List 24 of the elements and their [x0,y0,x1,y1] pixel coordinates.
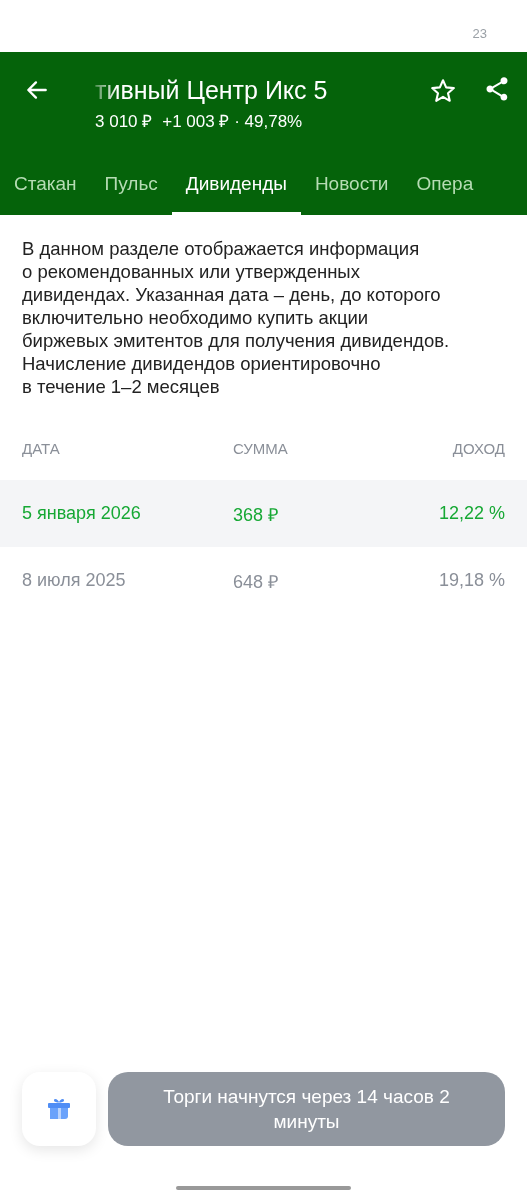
yield-cell: 12,22 % [438,503,505,524]
date-cell-text: 5 января 2026 [22,503,142,524]
amount-cell-text: 368 ₽ [233,503,280,526]
column-header: ДОХОД [452,440,505,457]
status-time: 23 [472,26,487,41]
toast-message: Торги начнутся через 14 часов 2 минуты [108,1072,505,1146]
date-cell-text: 8 июля 2025 [22,570,127,591]
stock-title: тивный Центр Икс 5 [95,75,329,106]
favorite-star-icon[interactable] [429,77,457,105]
stock-price: 3 010 ₽ [95,111,153,132]
table-row[interactable]: 8 июля 2025 648 ₽ 19,18 % [0,547,527,614]
tab[interactable]: Пульс [90,156,172,215]
tab[interactable]: Опера [402,156,488,215]
tab[interactable]: Дивиденды [171,156,301,215]
tab[interactable]: Новости [300,156,403,215]
amount-cell-text: 648 ₽ [233,570,280,593]
highlighted-row[interactable]: 5 января 2026 368 ₽ 12,22 % [0,480,527,547]
tab[interactable]: Стакан [0,156,91,215]
price-change: +1 003 ₽ · 49,78% [162,111,303,132]
column-header: СУММА [233,440,289,457]
info-text: В данном разделе отображается информация о рекомендованных или утвержденных дивидендах. Указанная дата – день, до которого включительно необходимо купить акции биржевых эмитентов для получения дивидендов. Начисление дивидендов ориентировочно в течение 1–2 месяцев [22,237,451,398]
gift-button[interactable] [22,1072,96,1146]
yield-cell: 19,18 % [438,570,505,591]
column-header: ДАТА [22,440,61,457]
